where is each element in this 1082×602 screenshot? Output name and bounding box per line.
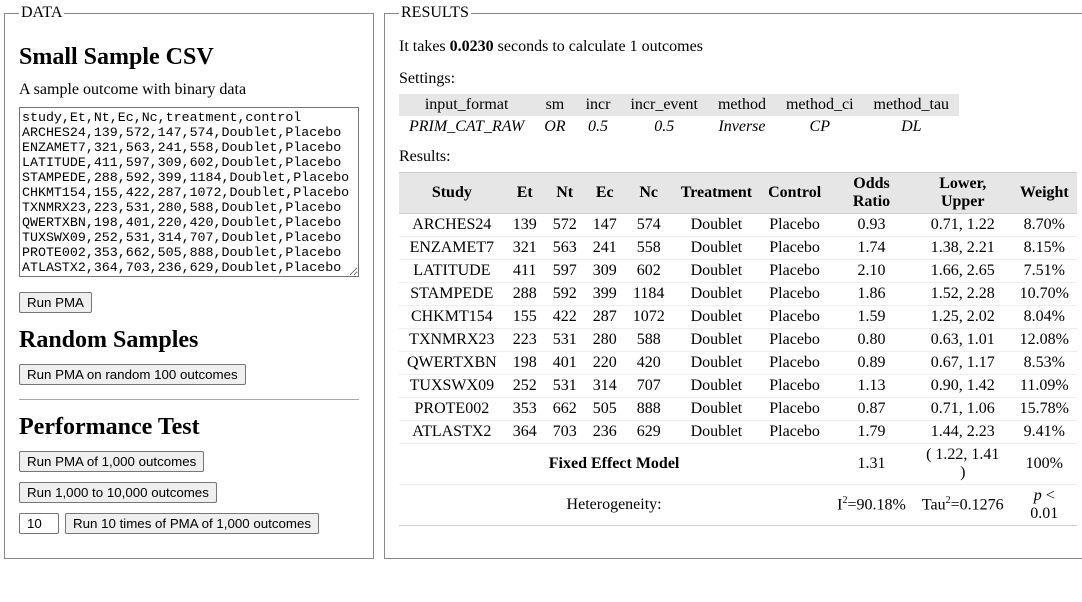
csv-textarea[interactable] — [19, 107, 359, 277]
results-header: Odds Ratio — [829, 173, 914, 214]
results-header: Study — [399, 173, 505, 214]
results-header: Lower, Upper — [914, 173, 1012, 214]
settings-header: incr — [576, 94, 621, 116]
settings-header: input_format — [399, 94, 534, 116]
results-header: Treatment — [673, 173, 760, 214]
performance-test-title: Performance Test — [19, 414, 359, 441]
table-row: CHKMT1541554222871072DoubletPlacebo1.591… — [399, 306, 1077, 329]
table-row: ATLASTX2364703236629DoubletPlacebo1.791.… — [399, 421, 1077, 444]
settings-value: CP — [776, 116, 864, 138]
results-label: Results: — [399, 148, 1077, 166]
settings-header: method_tau — [864, 94, 960, 116]
run-random-100-button[interactable]: Run PMA on random 100 outcomes — [19, 364, 246, 385]
results-header: Nc — [625, 173, 673, 214]
results-header: Nt — [545, 173, 585, 214]
table-row: PROTE002353662505888DoubletPlacebo0.870.… — [399, 398, 1077, 421]
results-legend: RESULTS — [399, 4, 471, 22]
settings-value: Inverse — [708, 116, 776, 138]
small-sample-title: Small Sample CSV — [19, 44, 359, 71]
run-1000-10000-button[interactable]: Run 1,000 to 10,000 outcomes — [19, 482, 217, 503]
data-legend: DATA — [19, 4, 64, 22]
run-pma-button[interactable]: Run PMA — [19, 292, 92, 313]
fixed-effect-row: Fixed Effect Model1.31( 1.22, 1.41 )100% — [399, 444, 1077, 485]
settings-value: OR — [534, 116, 575, 138]
table-row: LATITUDE411597309602DoubletPlacebo2.101.… — [399, 260, 1077, 283]
settings-header: method_ci — [776, 94, 864, 116]
divider — [19, 399, 359, 400]
small-sample-desc: A sample outcome with binary data — [19, 81, 359, 99]
settings-header: method — [708, 94, 776, 116]
results-header: Weight — [1012, 173, 1077, 214]
results-header: Ec — [585, 173, 625, 214]
results-table: StudyEtNtEcNcTreatmentControlOdds RatioL… — [399, 172, 1077, 526]
table-row: TXNMRX23223531280588DoubletPlacebo0.800.… — [399, 329, 1077, 352]
settings-label: Settings: — [399, 70, 1077, 88]
results-header: Control — [760, 173, 829, 214]
random-samples-title: Random Samples — [19, 327, 359, 354]
table-row: STAMPEDE2885923991184DoubletPlacebo1.861… — [399, 283, 1077, 306]
settings-header: sm — [534, 94, 575, 116]
repeat-count-input[interactable] — [19, 513, 59, 534]
settings-value: DL — [864, 116, 960, 138]
settings-value: 0.5 — [620, 116, 708, 138]
table-row: QWERTXBN198401220420DoubletPlacebo0.890.… — [399, 352, 1077, 375]
run-1000-button[interactable]: Run PMA of 1,000 outcomes — [19, 451, 204, 472]
run-n-times-button[interactable]: Run 10 times of PMA of 1,000 outcomes — [65, 513, 319, 534]
heterogeneity-row: Heterogeneity:I2=90.18%Tau2=0.1276p < 0.… — [399, 485, 1077, 526]
settings-table: input_formatsmincrincr_eventmethodmethod… — [399, 94, 959, 138]
data-panel: DATA Small Sample CSV A sample outcome w… — [4, 4, 374, 559]
timing-value: 0.0230 — [450, 38, 494, 55]
timing-sentence: It takes 0.0230 seconds to calculate 1 o… — [399, 38, 1077, 56]
table-row: ARCHES24139572147574DoubletPlacebo0.930.… — [399, 214, 1077, 237]
settings-header: incr_event — [620, 94, 708, 116]
settings-value: 0.5 — [576, 116, 621, 138]
results-header: Et — [505, 173, 545, 214]
table-row: ENZAMET7321563241558DoubletPlacebo1.741.… — [399, 237, 1077, 260]
settings-value: PRIM_CAT_RAW — [399, 116, 534, 138]
table-row: TUXSWX09252531314707DoubletPlacebo1.130.… — [399, 375, 1077, 398]
results-panel: RESULTS It takes 0.0230 seconds to calcu… — [384, 4, 1082, 559]
